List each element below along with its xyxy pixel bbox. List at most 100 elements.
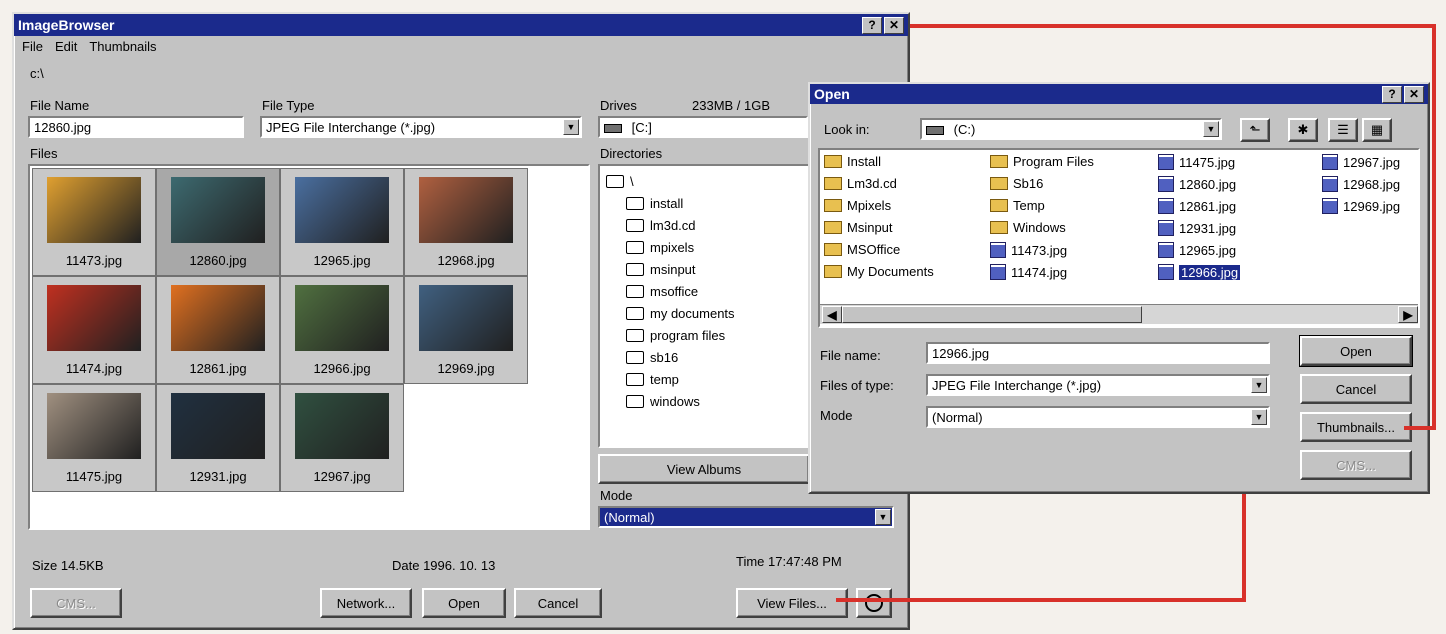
file-list-item[interactable]: Mpixels: [824, 198, 891, 213]
file-list-item[interactable]: 11475.jpg: [1158, 154, 1235, 170]
dialog-cms-button[interactable]: CMS...: [1300, 450, 1412, 480]
file-list-item[interactable]: Lm3d.cd: [824, 176, 897, 191]
file-list-item[interactable]: 11474.jpg: [990, 264, 1067, 280]
thumbnail-image: [171, 285, 265, 351]
directory-item[interactable]: msinput: [606, 258, 735, 280]
files-of-type-select[interactable]: JPEG File Interchange (*.jpg) ▼: [926, 374, 1270, 396]
cms-button[interactable]: CMS...: [30, 588, 122, 618]
open-button[interactable]: Open: [422, 588, 506, 618]
file-list-item[interactable]: Program Files: [990, 154, 1094, 169]
file-list-item[interactable]: Msinput: [824, 220, 893, 235]
thumbnail-item[interactable]: 12969.jpg: [404, 276, 528, 384]
look-in-select[interactable]: (C:) ▼: [920, 118, 1222, 140]
file-list-item[interactable]: 12965.jpg: [1158, 242, 1236, 258]
thumbnail-item[interactable]: 11473.jpg: [32, 168, 156, 276]
directory-item[interactable]: temp: [606, 368, 735, 390]
open-mode-select[interactable]: (Normal) ▼: [926, 406, 1270, 428]
file-list-item[interactable]: My Documents: [824, 264, 934, 279]
thumbnail-item[interactable]: 12861.jpg: [156, 276, 280, 384]
chevron-down-icon[interactable]: ▼: [875, 509, 891, 525]
thumbnail-item[interactable]: 12860.jpg: [156, 168, 280, 276]
directory-item[interactable]: program files: [606, 324, 735, 346]
thumbnail-item[interactable]: 12966.jpg: [280, 276, 404, 384]
dialog-open-button[interactable]: Open: [1299, 335, 1413, 367]
file-list-item[interactable]: MSOffice: [824, 242, 900, 257]
info-button[interactable]: [856, 588, 892, 618]
view-files-button[interactable]: View Files...: [736, 588, 848, 618]
directory-item[interactable]: install: [606, 192, 735, 214]
menu-file[interactable]: File: [22, 39, 43, 54]
directory-item[interactable]: sb16: [606, 346, 735, 368]
dialog-cancel-button[interactable]: Cancel: [1300, 374, 1412, 404]
file-list-item[interactable]: Windows: [990, 220, 1066, 235]
open-mode-label: Mode: [820, 408, 853, 423]
dialog-thumbnails-button[interactable]: Thumbnails...: [1300, 412, 1412, 442]
drive-select[interactable]: [C:]: [598, 116, 808, 138]
help-button[interactable]: ?: [1382, 85, 1402, 103]
thumbnail-image: [171, 177, 265, 243]
file-list-item[interactable]: Temp: [990, 198, 1045, 213]
directory-item[interactable]: windows: [606, 390, 735, 412]
thumbnail-item[interactable]: 12967.jpg: [280, 384, 404, 492]
file-type-select[interactable]: JPEG File Interchange (*.jpg) ▼: [260, 116, 582, 138]
thumbnail-caption: 11474.jpg: [65, 361, 123, 376]
horizontal-scrollbar[interactable]: ◀ ▶: [820, 304, 1418, 324]
menu-thumbnails[interactable]: Thumbnails: [89, 39, 156, 54]
thumbnail-item[interactable]: 11475.jpg: [32, 384, 156, 492]
directory-label: my documents: [650, 305, 735, 321]
mode-select[interactable]: (Normal) ▼: [598, 506, 894, 528]
file-list-item[interactable]: 12967.jpg: [1322, 154, 1400, 170]
chevron-down-icon[interactable]: ▼: [1251, 409, 1267, 425]
file-name-input[interactable]: 12860.jpg: [28, 116, 244, 138]
thumbnail-item[interactable]: 11474.jpg: [32, 276, 156, 384]
image-file-icon: [1322, 198, 1338, 214]
file-list-label: 12861.jpg: [1179, 198, 1237, 214]
image-file-icon: [1158, 198, 1174, 214]
directory-item[interactable]: lm3d.cd: [606, 214, 735, 236]
close-button[interactable]: ✕: [884, 16, 904, 34]
details-view-icon[interactable]: ▦: [1362, 118, 1392, 142]
file-list-label: 12860.jpg: [1179, 176, 1237, 192]
folder-icon: [824, 177, 842, 190]
drive-icon: [926, 126, 944, 136]
file-list-item[interactable]: 12860.jpg: [1158, 176, 1236, 192]
file-list-item[interactable]: 11473.jpg: [990, 242, 1067, 258]
up-folder-icon[interactable]: ⬑: [1240, 118, 1270, 142]
file-list-item[interactable]: Install: [824, 154, 881, 169]
chevron-down-icon[interactable]: ▼: [563, 119, 579, 135]
thumbnail-item[interactable]: 12965.jpg: [280, 168, 404, 276]
directory-item[interactable]: my documents: [606, 302, 735, 324]
directory-item[interactable]: mpixels: [606, 236, 735, 258]
chevron-down-icon[interactable]: ▼: [1203, 121, 1219, 137]
browser-titlebar[interactable]: ImageBrowser ? ✕: [14, 14, 908, 36]
open-file-name-input[interactable]: 12966.jpg: [926, 342, 1270, 364]
new-folder-icon[interactable]: ✱: [1288, 118, 1318, 142]
file-list-item[interactable]: 12931.jpg: [1158, 220, 1236, 236]
directory-item[interactable]: msoffice: [606, 280, 735, 302]
file-list-item[interactable]: 12861.jpg: [1158, 198, 1236, 214]
file-list-item[interactable]: Sb16: [990, 176, 1043, 191]
directory-label: temp: [650, 371, 679, 387]
view-albums-button[interactable]: View Albums: [598, 454, 810, 484]
folder-icon: [990, 199, 1008, 212]
network-button[interactable]: Network...: [320, 588, 412, 618]
thumbnail-item[interactable]: 12931.jpg: [156, 384, 280, 492]
chevron-down-icon[interactable]: ▼: [1251, 377, 1267, 393]
scroll-left-icon[interactable]: ◀: [822, 306, 842, 323]
close-button[interactable]: ✕: [1404, 85, 1424, 103]
thumbnail-item[interactable]: 12968.jpg: [404, 168, 528, 276]
help-button[interactable]: ?: [862, 16, 882, 34]
scroll-thumb[interactable]: [842, 306, 1142, 323]
menu-edit[interactable]: Edit: [55, 39, 77, 54]
directory-item[interactable]: \: [606, 170, 735, 192]
open-folder-icon: [606, 174, 624, 188]
file-list-item[interactable]: 12966.jpg: [1158, 264, 1241, 280]
file-list-item[interactable]: 12968.jpg: [1322, 176, 1400, 192]
cancel-button[interactable]: Cancel: [514, 588, 602, 618]
file-list-item[interactable]: 12969.jpg: [1322, 198, 1400, 214]
thumbnail-image: [419, 285, 513, 351]
open-titlebar[interactable]: Open ? ✕: [810, 84, 1428, 104]
image-file-icon: [1158, 154, 1174, 170]
scroll-right-icon[interactable]: ▶: [1398, 306, 1418, 323]
list-view-icon[interactable]: ☰: [1328, 118, 1358, 142]
